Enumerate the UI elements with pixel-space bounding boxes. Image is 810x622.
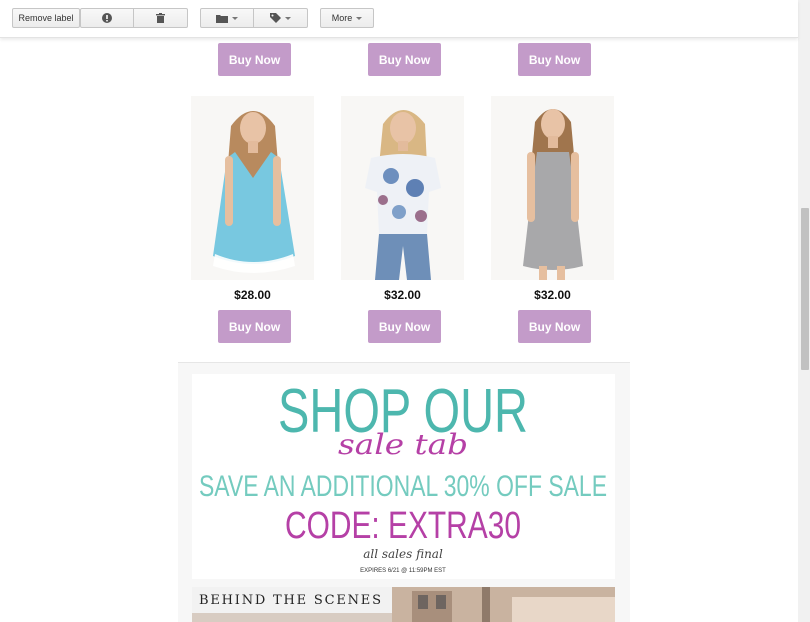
remove-label-text: Remove label [18,13,74,23]
behind-the-scenes-title: BEHIND THE SCENES [199,593,381,608]
chevron-down-icon [232,16,238,20]
toolbar: Remove label More [0,0,798,38]
promo-code: CODE: EXTRA30 [285,505,521,547]
chevron-down-icon [285,16,291,20]
delete-button[interactable] [134,8,188,28]
scrollbar-thumb[interactable] [801,208,809,370]
buy-now-button[interactable]: Buy Now [368,310,441,343]
buy-now-button[interactable]: Buy Now [518,310,591,343]
chevron-down-icon [356,16,363,20]
product-price: $32.00 [384,288,421,302]
behind-the-scenes-banner[interactable]: BEHIND THE SCENES [192,587,615,622]
promo-subheadline: sale tab [338,428,468,461]
more-button[interactable]: More [320,8,374,28]
product-price: $32.00 [534,288,571,302]
promo-expiry: EXPIRES 6/21 @ 11:59PM EST [360,568,446,574]
more-text: More [331,13,353,23]
buy-now-button[interactable]: Buy Now [368,43,441,76]
product-image-floral-top[interactable] [341,96,464,280]
buy-now-button[interactable]: Buy Now [218,43,291,76]
product-price: $28.00 [234,288,271,302]
promo-banner-sale-tab[interactable]: SHOP OUR sale tab SAVE AN ADDITIONAL 30%… [192,374,615,579]
product-image-grey-dress[interactable] [491,96,614,280]
promo-disclaimer: all sales final [363,547,443,561]
buy-now-button[interactable]: Buy Now [218,310,291,343]
tag-icon [270,13,281,23]
report-spam-button[interactable] [80,8,134,28]
folder-icon [216,14,228,23]
remove-label-button[interactable]: Remove label [12,8,80,28]
product-image-blue-tank[interactable] [191,96,314,280]
labels-button[interactable] [254,8,308,28]
promo-offer: SAVE AN ADDITIONAL 30% OFF SALE [199,470,607,503]
exclamation-icon [102,13,112,23]
move-to-button[interactable] [200,8,254,28]
buy-now-button[interactable]: Buy Now [518,43,591,76]
trash-icon [156,13,165,23]
